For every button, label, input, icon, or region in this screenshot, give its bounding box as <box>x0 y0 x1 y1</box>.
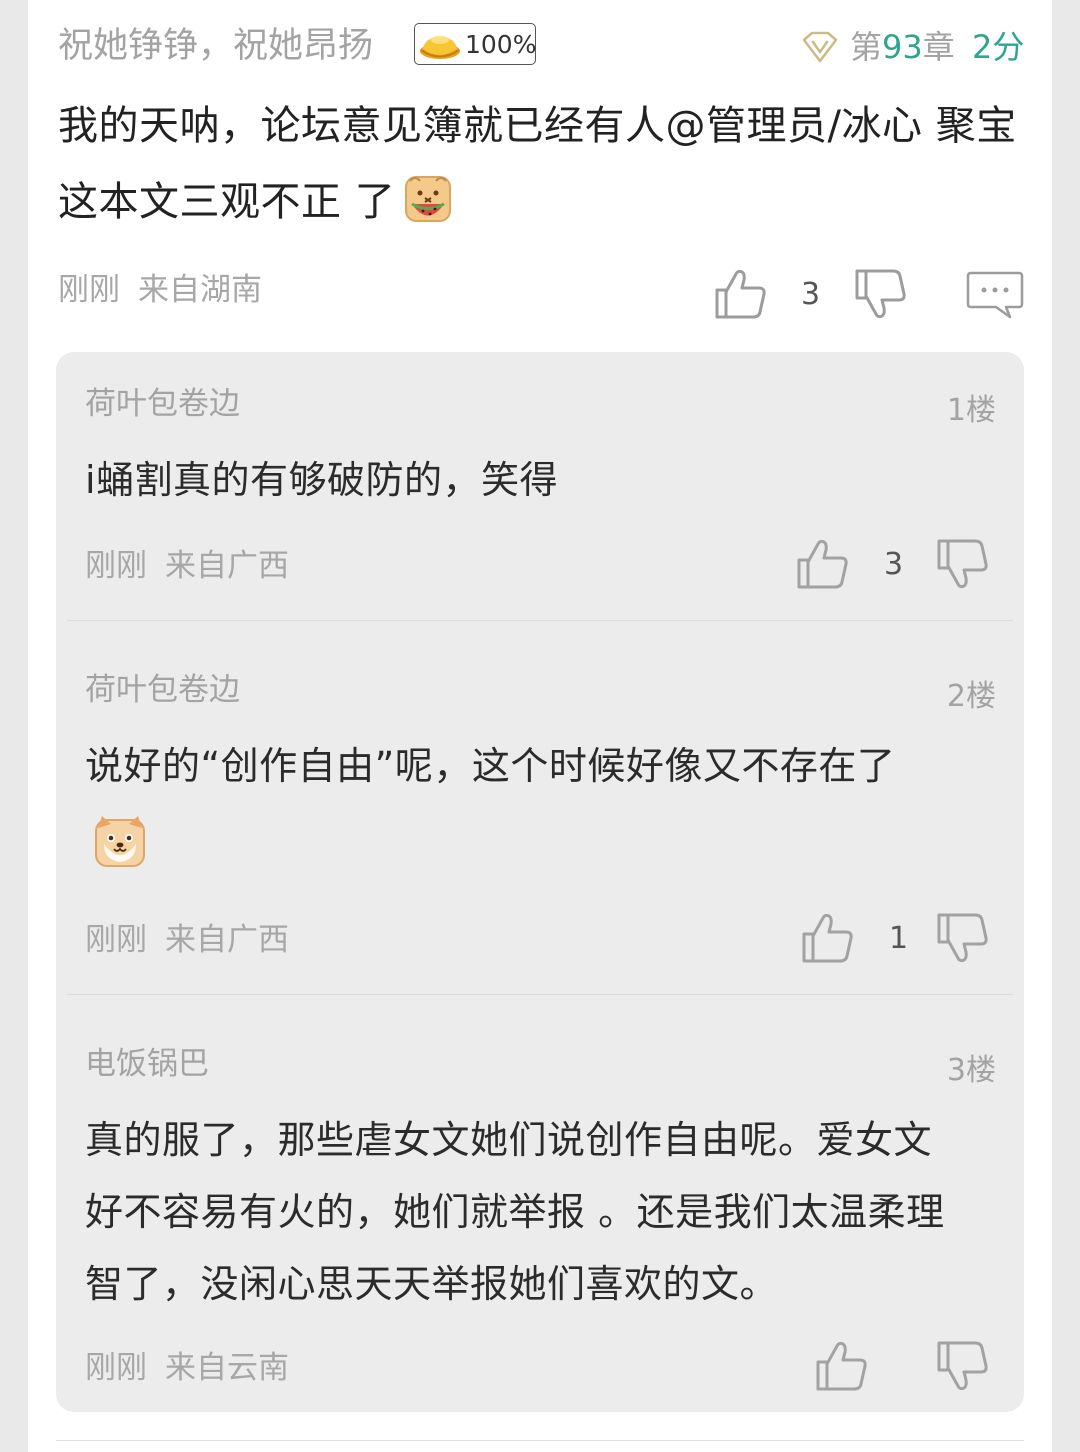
post-username[interactable]: 祝她铮铮，祝她昂扬 <box>58 20 373 72</box>
reply-divider <box>67 994 1013 995</box>
reply-time: 刚刚 <box>85 548 147 584</box>
chapter-number: 93 <box>882 28 923 66</box>
thumbs-down-icon[interactable] <box>936 538 990 590</box>
reply-text-line: 好不容易有火的，她们就举报 。还是我们太温柔理 <box>85 1190 945 1234</box>
reply-meta: 刚刚 来自广西 <box>85 544 289 588</box>
post-location: 来自湖南 <box>138 272 262 308</box>
reply-location: 来自云南 <box>165 1350 289 1386</box>
reply-floor: 1楼 <box>946 393 996 428</box>
shiba-dog-emoji <box>94 814 146 872</box>
reply-text: 说好的“创作自由”呢，这个时候好像又不存在了 <box>85 744 896 788</box>
comment-card: 祝她铮铮，祝她昂扬 100% 第93章 2分 我的天呐，论坛意见簿就已经有人@管… <box>28 0 1052 1452</box>
score-label: 2分 <box>972 28 1025 66</box>
reply-text-line: 智了，没闲心思天天举报她们喜欢的文。 <box>85 1262 779 1306</box>
thumbs-up-icon[interactable] <box>714 268 768 320</box>
reply-location: 来自广西 <box>165 922 289 958</box>
post-time: 刚刚 <box>58 272 120 308</box>
like-count: 3 <box>884 547 904 582</box>
post-meta: 刚刚 来自湖南 <box>58 268 262 312</box>
post-content-line: 这本文三观不正 了 <box>58 164 1033 250</box>
chapter-suffix: 章 <box>922 28 955 66</box>
fan-percent: 100% <box>465 30 537 59</box>
reply-author[interactable]: 荷叶包卷边 <box>85 668 240 712</box>
chapter-label: 第93章 <box>850 24 955 70</box>
reply-author[interactable]: 电饭锅巴 <box>85 1042 209 1086</box>
vip-diamond-icon <box>800 30 840 68</box>
post-content-line: 我的天呐，论坛意见簿就已经有人@管理员/冰心 聚宝 <box>58 103 1017 149</box>
reply-author[interactable]: 荷叶包卷边 <box>85 382 240 426</box>
comment-icon[interactable] <box>966 270 1024 320</box>
reply-time: 刚刚 <box>85 922 147 958</box>
post-content-text: 这本文三观不正 了 <box>58 179 396 225</box>
reply-time: 刚刚 <box>85 1350 147 1386</box>
reply-text: i蛹割真的有够破防的，笑得 <box>85 458 559 502</box>
post-content: 我的天呐，论坛意见簿就已经有人@管理员/冰心 聚宝 这本文三观不正 了 <box>58 88 1033 250</box>
chapter-prefix: 第 <box>850 28 883 66</box>
reply-meta: 刚刚 来自云南 <box>85 1346 289 1390</box>
thumbs-up-icon[interactable] <box>815 1340 869 1392</box>
like-count: 3 <box>801 277 821 312</box>
replies-panel: 荷叶包卷边 1楼 i蛹割真的有够破防的，笑得 刚刚 来自广西 3 荷叶包卷边 2楼… <box>56 352 1024 1412</box>
thumbs-down-icon[interactable] <box>936 1340 990 1392</box>
reply-text-line: 真的服了，那些虐女文她们说创作自由呢。爱女文 <box>85 1118 933 1162</box>
reply-meta: 刚刚 来自广西 <box>85 918 289 962</box>
reply-floor: 2楼 <box>946 679 996 714</box>
thumbs-up-icon[interactable] <box>801 912 855 964</box>
fan-level-badge[interactable]: 100% <box>414 23 536 65</box>
reply-location: 来自广西 <box>165 548 289 584</box>
section-divider <box>56 1440 1024 1441</box>
thumbs-up-icon[interactable] <box>796 538 850 590</box>
reply-text: 真的服了，那些虐女文她们说创作自由呢。爱女文 好不容易有火的，她们就举报 。还是… <box>85 1104 1005 1320</box>
reply-divider <box>67 620 1013 621</box>
thumbs-down-icon[interactable] <box>854 268 908 320</box>
watermelon-bread-emoji <box>403 173 453 250</box>
reply-floor: 3楼 <box>946 1053 996 1088</box>
like-count: 1 <box>889 921 909 956</box>
thumbs-down-icon[interactable] <box>936 912 990 964</box>
